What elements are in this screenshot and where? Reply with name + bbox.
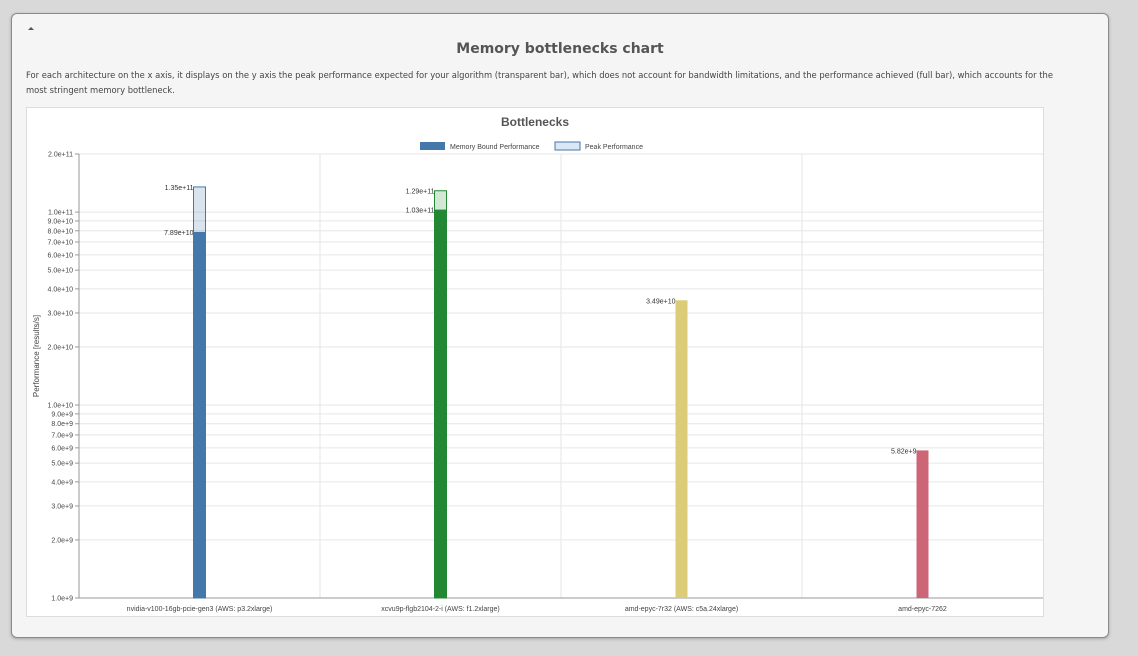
y-tick-label: 8.0e+10 <box>48 228 74 235</box>
chart-legend[interactable]: Memory Bound Performance Peak Performance <box>420 141 643 151</box>
y-tick-label: 4.0e+9 <box>51 479 73 486</box>
chart-bars: 1.35e+11 7.89e+10 1.29e+11 1.03e+11 3.49e+10… <box>164 185 929 599</box>
peak-value-label: 1.35e+11 <box>165 185 194 192</box>
y-tick-label: 2.0e+11 <box>48 152 73 159</box>
y-tick-label: 6.0e+10 <box>48 252 74 259</box>
y-tick-label: 3.0e+10 <box>48 310 74 317</box>
x-category-label: xcvu9p-flgb2104-2-i (AWS: f1.2xlarge) <box>381 606 499 613</box>
memory-bound-bar <box>916 450 929 598</box>
memory-bottlenecks-panel: Memory bottlenecks chart For each archit… <box>11 13 1109 638</box>
y-tick-label: 7.0e+9 <box>51 432 73 439</box>
y-tick-label: 1.0e+9 <box>51 596 73 603</box>
legend-item-memory-bound[interactable]: Memory Bound Performance <box>420 142 540 151</box>
bar-group: 5.82e+9 <box>891 448 929 598</box>
y-tick-label: 3.0e+9 <box>51 503 73 510</box>
panel-description: For each architecture on the x axis, it … <box>26 70 1053 95</box>
y-tick-label: 1.0e+11 <box>48 210 73 217</box>
memory-bound-value-label: 7.89e+10 <box>164 230 193 237</box>
memory-bound-bar <box>675 300 688 598</box>
y-tick-label: 9.0e+9 <box>51 411 73 418</box>
legend-swatch <box>420 142 445 150</box>
chart-title: Bottlenecks <box>501 115 569 129</box>
peak-value-label: 1.29e+11 <box>406 189 435 196</box>
x-category-label: amd-epyc-7262 <box>898 606 947 613</box>
x-axis-categories: nvidia-v100-16gb-pcie-gen3 (AWS: p3.2xla… <box>127 606 947 613</box>
bar-group: 1.35e+11 7.89e+10 <box>164 185 206 599</box>
y-axis-ticks: 1.0e+9 2.0e+9 3.0e+9 4.0e+9 5.0e+9 6.0e+9 7.0e… <box>48 152 79 603</box>
bar-group: 1.29e+11 1.03e+11 <box>406 189 447 599</box>
y-tick-label: 5.0e+9 <box>51 461 73 468</box>
memory-bound-value-label: 3.49e+10 <box>646 298 675 305</box>
collapse-triangle-icon[interactable] <box>24 23 38 35</box>
legend-label: Memory Bound Performance <box>450 144 540 151</box>
x-category-label: amd-epyc-7r32 (AWS: c5a.24xlarge) <box>625 606 738 613</box>
memory-bound-bar <box>193 231 206 598</box>
memory-bound-bar <box>434 209 447 598</box>
bottlenecks-chart-svg: Bottlenecks Memory Bound Performance Peak… <box>32 115 1043 613</box>
bottlenecks-chart: Bottlenecks Memory Bound Performance Peak… <box>26 107 1044 617</box>
y-tick-label: 2.0e+10 <box>48 344 74 351</box>
panel-title: Memory bottlenecks chart <box>456 41 664 57</box>
y-tick-label: 2.0e+9 <box>51 537 73 544</box>
y-tick-label: 8.0e+9 <box>51 421 73 428</box>
y-tick-label: 1.0e+10 <box>48 403 74 410</box>
chart-grid <box>78 153 1043 599</box>
legend-item-peak[interactable]: Peak Performance <box>554 141 643 151</box>
y-tick-label: 9.0e+10 <box>48 218 74 225</box>
memory-bound-value-label: 5.82e+9 <box>891 448 917 455</box>
y-tick-label: 5.0e+10 <box>48 268 74 275</box>
y-tick-label: 4.0e+10 <box>48 286 74 293</box>
y-axis-label: Performance [results/s] <box>32 315 41 397</box>
y-tick-label: 7.0e+10 <box>48 239 74 246</box>
legend-label: Peak Performance <box>585 144 643 151</box>
y-tick-label: 6.0e+9 <box>51 445 73 452</box>
x-category-label: nvidia-v100-16gb-pcie-gen3 (AWS: p3.2xla… <box>127 606 273 613</box>
memory-bound-value-label: 1.03e+11 <box>406 208 435 215</box>
legend-swatch <box>554 141 581 151</box>
